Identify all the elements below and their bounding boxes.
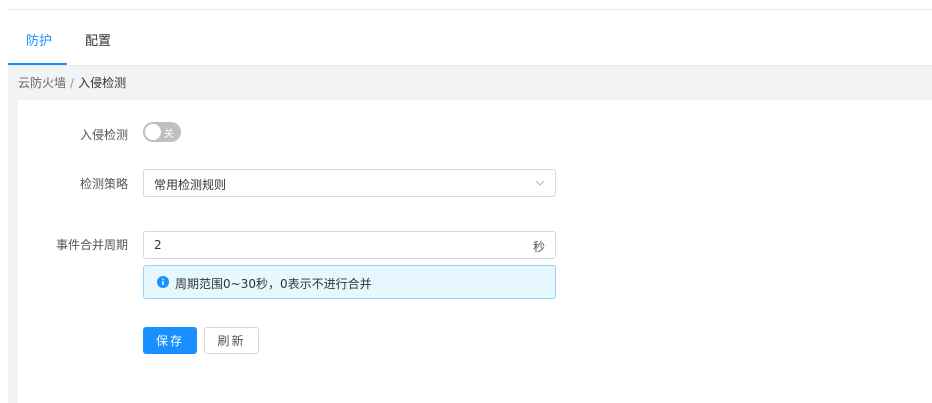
tab-bar: 防护 配置 — [8, 10, 932, 66]
chevron-down-icon — [535, 180, 545, 186]
policy-label: 检测策略 — [79, 177, 128, 191]
policy-select[interactable]: 常用检测规则 — [143, 169, 556, 197]
merge-period-label: 事件合并周期 — [55, 238, 128, 252]
switch-knob — [145, 124, 161, 140]
tab-protection[interactable]: 防护 — [26, 30, 52, 49]
intrusion-detection-switch[interactable]: 关 — [143, 122, 181, 142]
breadcrumb: 云防火墙 / 入侵检测 — [8, 66, 932, 100]
info-icon — [157, 276, 169, 288]
merge-period-hint: 周期范围0~30秒，0表示不进行合并 — [143, 265, 556, 299]
breadcrumb-root[interactable]: 云防火墙 — [18, 76, 66, 90]
hint-text: 周期范围0~30秒，0表示不进行合并 — [175, 277, 372, 291]
active-tab-indicator — [8, 63, 67, 65]
merge-period-unit: 秒 — [532, 240, 545, 254]
refresh-button[interactable]: 刷新 — [204, 327, 259, 354]
switch-state-text: 关 — [164, 129, 174, 140]
intrusion-detection-label: 入侵检测 — [79, 128, 128, 142]
breadcrumb-current: 入侵检测 — [78, 76, 127, 90]
policy-selected-value: 常用检测规则 — [154, 178, 227, 192]
merge-period-input[interactable] — [144, 232, 524, 258]
tab-config[interactable]: 配置 — [85, 30, 111, 49]
merge-period-field: 秒 — [143, 231, 556, 259]
breadcrumb-separator: / — [70, 76, 75, 90]
save-button[interactable]: 保存 — [143, 327, 197, 354]
